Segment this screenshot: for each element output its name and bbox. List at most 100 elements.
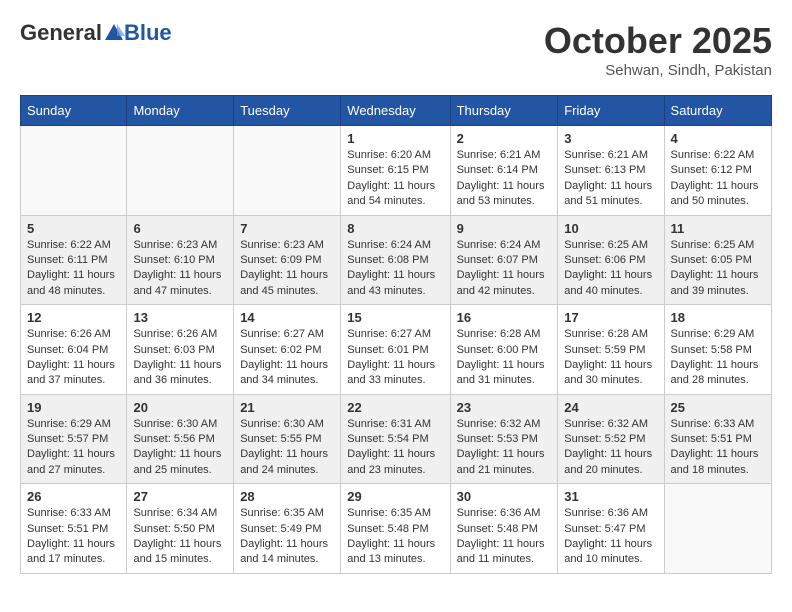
day-info: Sunrise: 6:29 AM Sunset: 5:57 PM Dayligh… <box>27 417 120 479</box>
calendar-cell: 10 Sunrise: 6:25 AM Sunset: 6:06 PM Dayli… <box>558 215 664 305</box>
day-info: Sunrise: 6:32 AM Sunset: 5:52 PM Dayligh… <box>564 417 657 479</box>
calendar-cell: 26 Sunrise: 6:33 AM Sunset: 5:51 PM Dayli… <box>21 484 127 574</box>
day-number: 10 <box>564 221 657 236</box>
day-number: 7 <box>240 221 334 236</box>
calendar-cell <box>127 126 234 216</box>
day-number: 14 <box>240 310 334 325</box>
weekday-header-row: SundayMondayTuesdayWednesdayThursdayFrid… <box>21 96 772 126</box>
day-number: 30 <box>457 489 552 504</box>
calendar-cell: 5 Sunrise: 6:22 AM Sunset: 6:11 PM Daylig… <box>21 215 127 305</box>
day-info: Sunrise: 6:33 AM Sunset: 5:51 PM Dayligh… <box>27 506 120 568</box>
calendar-cell: 8Sunrise: 6:24 AM Sunset: 6:08 PM Daylig… <box>341 215 450 305</box>
calendar-cell: 22 Sunrise: 6:31 AM Sunset: 5:54 PM Dayli… <box>341 394 450 484</box>
calendar-cell: 2 Sunrise: 6:21 AM Sunset: 6:14 PM Daylig… <box>450 126 558 216</box>
day-number: 21 <box>240 400 334 415</box>
day-info: Sunrise: 6:21 AM Sunset: 6:13 PM Dayligh… <box>564 148 657 210</box>
calendar-cell: 9Sunrise: 6:24 AM Sunset: 6:07 PM Daylig… <box>450 215 558 305</box>
day-info: Sunrise: 6:35 AM Sunset: 5:48 PM Dayligh… <box>347 506 443 568</box>
weekday-header: Monday <box>127 96 234 126</box>
day-info: Sunrise: 6:28 AM Sunset: 5:59 PM Dayligh… <box>564 327 657 389</box>
calendar-cell <box>664 484 771 574</box>
calendar-cell: 1 Sunrise: 6:20 AM Sunset: 6:15 PM Daylig… <box>341 126 450 216</box>
day-info: Sunrise: 6:25 AM Sunset: 6:06 PM Dayligh… <box>564 238 657 300</box>
calendar-cell: 15Sunrise: 6:27 AM Sunset: 6:01 PM Dayli… <box>341 305 450 395</box>
calendar-cell: 11 Sunrise: 6:25 AM Sunset: 6:05 PM Dayli… <box>664 215 771 305</box>
day-number: 19 <box>27 400 120 415</box>
calendar-cell: 18 Sunrise: 6:29 AM Sunset: 5:58 PM Dayli… <box>664 305 771 395</box>
day-number: 18 <box>671 310 765 325</box>
day-info: Sunrise: 6:26 AM Sunset: 6:04 PM Dayligh… <box>27 327 120 389</box>
day-info: Sunrise: 6:31 AM Sunset: 5:54 PM Dayligh… <box>347 417 443 479</box>
day-number: 2 <box>457 131 552 146</box>
day-info: Sunrise: 6:22 AM Sunset: 6:11 PM Dayligh… <box>27 238 120 300</box>
day-info: Sunrise: 6:21 AM Sunset: 6:14 PM Dayligh… <box>457 148 552 210</box>
day-number: 27 <box>133 489 227 504</box>
calendar-week-row: 1 Sunrise: 6:20 AM Sunset: 6:15 PM Daylig… <box>21 126 772 216</box>
day-number: 16 <box>457 310 552 325</box>
weekday-header: Thursday <box>450 96 558 126</box>
calendar-cell: 23Sunrise: 6:32 AM Sunset: 5:53 PM Dayli… <box>450 394 558 484</box>
day-number: 3 <box>564 131 657 146</box>
calendar-cell: 31Sunrise: 6:36 AM Sunset: 5:47 PM Dayli… <box>558 484 664 574</box>
calendar-cell: 21 Sunrise: 6:30 AM Sunset: 5:55 PM Dayli… <box>234 394 341 484</box>
day-number: 4 <box>671 131 765 146</box>
weekday-header: Wednesday <box>341 96 450 126</box>
logo: General Blue <box>20 20 172 46</box>
day-number: 5 <box>27 221 120 236</box>
day-number: 22 <box>347 400 443 415</box>
day-info: Sunrise: 6:27 AM Sunset: 6:02 PM Dayligh… <box>240 327 334 389</box>
day-number: 9 <box>457 221 552 236</box>
calendar-cell: 12 Sunrise: 6:26 AM Sunset: 6:04 PM Dayli… <box>21 305 127 395</box>
calendar-cell: 20Sunrise: 6:30 AM Sunset: 5:56 PM Dayli… <box>127 394 234 484</box>
calendar-cell: 13Sunrise: 6:26 AM Sunset: 6:03 PM Dayli… <box>127 305 234 395</box>
calendar-cell <box>234 126 341 216</box>
calendar-table: SundayMondayTuesdayWednesdayThursdayFrid… <box>20 95 772 574</box>
calendar-cell: 29 Sunrise: 6:35 AM Sunset: 5:48 PM Dayli… <box>341 484 450 574</box>
calendar-cell: 27 Sunrise: 6:34 AM Sunset: 5:50 PM Dayli… <box>127 484 234 574</box>
day-number: 26 <box>27 489 120 504</box>
location: Sehwan, Sindh, Pakistan <box>544 62 772 79</box>
day-number: 29 <box>347 489 443 504</box>
day-number: 11 <box>671 221 765 236</box>
month-title: October 2025 <box>544 20 772 62</box>
day-info: Sunrise: 6:24 AM Sunset: 6:08 PM Dayligh… <box>347 238 443 300</box>
day-info: Sunrise: 6:23 AM Sunset: 6:09 PM Dayligh… <box>240 238 334 300</box>
logo-icon <box>103 22 125 44</box>
weekday-header: Tuesday <box>234 96 341 126</box>
calendar-cell: 7 Sunrise: 6:23 AM Sunset: 6:09 PM Daylig… <box>234 215 341 305</box>
day-number: 1 <box>347 131 443 146</box>
day-info: Sunrise: 6:23 AM Sunset: 6:10 PM Dayligh… <box>133 238 227 300</box>
day-number: 24 <box>564 400 657 415</box>
calendar-cell: 25Sunrise: 6:33 AM Sunset: 5:51 PM Dayli… <box>664 394 771 484</box>
calendar-week-row: 19 Sunrise: 6:29 AM Sunset: 5:57 PM Dayli… <box>21 394 772 484</box>
calendar-cell: 30Sunrise: 6:36 AM Sunset: 5:48 PM Dayli… <box>450 484 558 574</box>
weekday-header: Sunday <box>21 96 127 126</box>
day-number: 12 <box>27 310 120 325</box>
day-info: Sunrise: 6:25 AM Sunset: 6:05 PM Dayligh… <box>671 238 765 300</box>
calendar-week-row: 5 Sunrise: 6:22 AM Sunset: 6:11 PM Daylig… <box>21 215 772 305</box>
page-header: General Blue October 2025 Sehwan, Sindh,… <box>20 20 772 79</box>
calendar-cell: 17Sunrise: 6:28 AM Sunset: 5:59 PM Dayli… <box>558 305 664 395</box>
day-info: Sunrise: 6:28 AM Sunset: 6:00 PM Dayligh… <box>457 327 552 389</box>
day-number: 20 <box>133 400 227 415</box>
day-info: Sunrise: 6:30 AM Sunset: 5:55 PM Dayligh… <box>240 417 334 479</box>
calendar-cell: 4Sunrise: 6:22 AM Sunset: 6:12 PM Daylig… <box>664 126 771 216</box>
day-number: 13 <box>133 310 227 325</box>
day-info: Sunrise: 6:34 AM Sunset: 5:50 PM Dayligh… <box>133 506 227 568</box>
calendar-week-row: 26 Sunrise: 6:33 AM Sunset: 5:51 PM Dayli… <box>21 484 772 574</box>
calendar-cell: 6Sunrise: 6:23 AM Sunset: 6:10 PM Daylig… <box>127 215 234 305</box>
day-info: Sunrise: 6:29 AM Sunset: 5:58 PM Dayligh… <box>671 327 765 389</box>
day-info: Sunrise: 6:35 AM Sunset: 5:49 PM Dayligh… <box>240 506 334 568</box>
calendar-cell: 19 Sunrise: 6:29 AM Sunset: 5:57 PM Dayli… <box>21 394 127 484</box>
calendar-cell: 3 Sunrise: 6:21 AM Sunset: 6:13 PM Daylig… <box>558 126 664 216</box>
day-info: Sunrise: 6:36 AM Sunset: 5:47 PM Dayligh… <box>564 506 657 568</box>
day-number: 25 <box>671 400 765 415</box>
day-number: 15 <box>347 310 443 325</box>
logo-blue: Blue <box>124 20 172 46</box>
calendar-cell: 16 Sunrise: 6:28 AM Sunset: 6:00 PM Dayli… <box>450 305 558 395</box>
weekday-header: Saturday <box>664 96 771 126</box>
calendar-cell: 28Sunrise: 6:35 AM Sunset: 5:49 PM Dayli… <box>234 484 341 574</box>
calendar-cell: 24 Sunrise: 6:32 AM Sunset: 5:52 PM Dayli… <box>558 394 664 484</box>
logo-general: General <box>20 20 102 46</box>
day-info: Sunrise: 6:20 AM Sunset: 6:15 PM Dayligh… <box>347 148 443 210</box>
